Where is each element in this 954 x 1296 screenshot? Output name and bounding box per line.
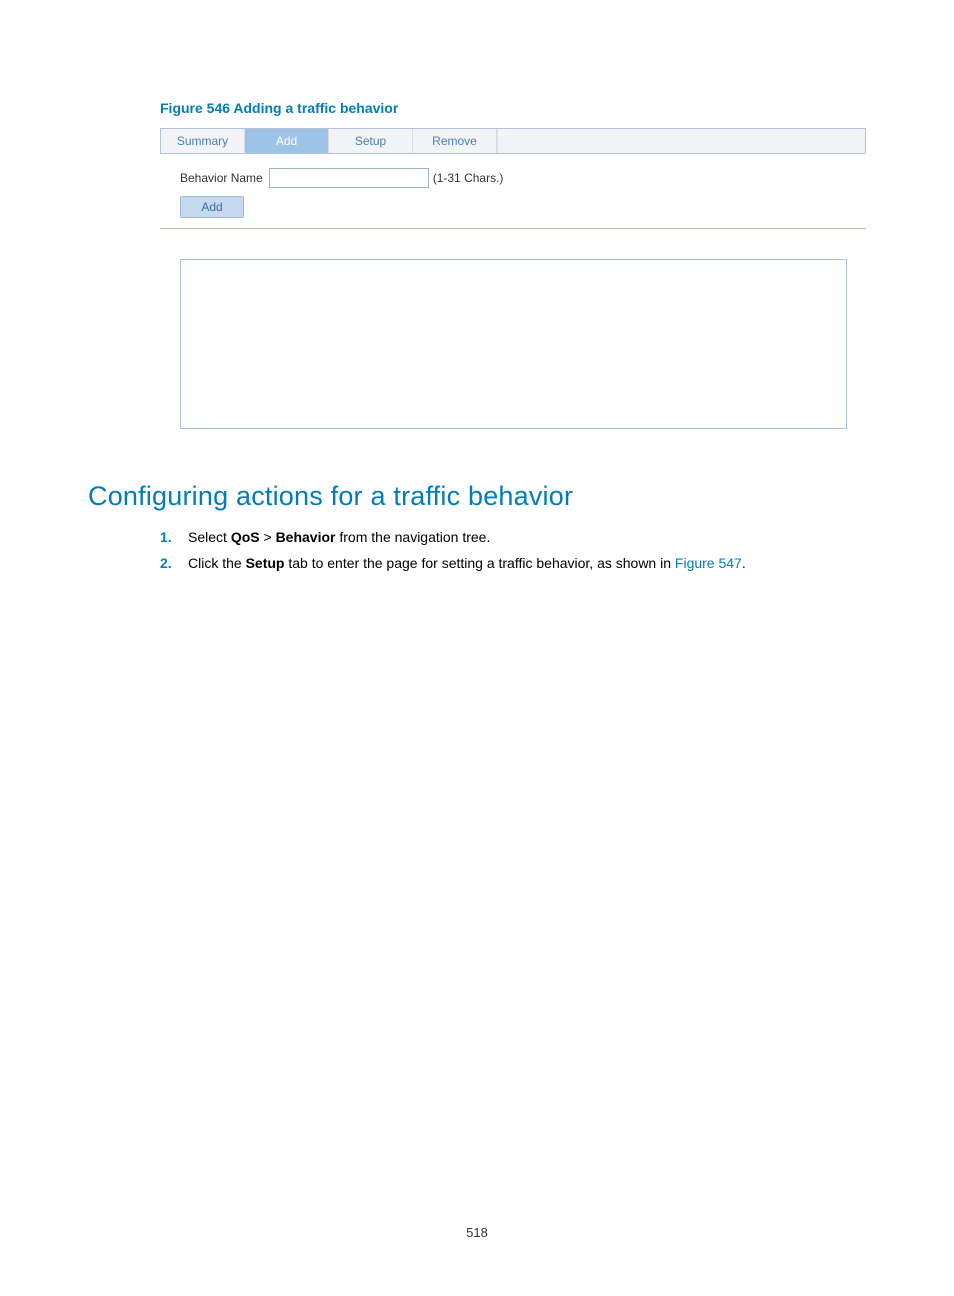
- tab-filler: [497, 129, 865, 153]
- bold-text: Behavior: [276, 529, 336, 545]
- list-item: 1. Select QoS > Behavior from the naviga…: [160, 526, 866, 548]
- text-fragment: from the navigation tree.: [335, 529, 490, 545]
- app-panel: Summary Add Setup Remove Behavior Name (…: [160, 128, 866, 429]
- bold-text: Setup: [246, 555, 285, 571]
- list-number: 2.: [160, 552, 188, 574]
- behavior-name-hint: (1-31 Chars.): [433, 171, 504, 185]
- figure-caption: Figure 546 Adding a traffic behavior: [160, 100, 866, 116]
- tab-remove[interactable]: Remove: [413, 129, 497, 153]
- behavior-name-input[interactable]: [269, 168, 429, 188]
- list-text: Select QoS > Behavior from the navigatio…: [188, 526, 866, 548]
- form-area: Behavior Name (1-31 Chars.) Add: [160, 154, 866, 229]
- list-text: Click the Setup tab to enter the page fo…: [188, 552, 866, 574]
- tab-summary[interactable]: Summary: [161, 129, 245, 153]
- page-number: 518: [0, 1225, 954, 1240]
- text-fragment: tab to enter the page for setting a traf…: [284, 555, 674, 571]
- add-button[interactable]: Add: [180, 196, 244, 218]
- behavior-name-row: Behavior Name (1-31 Chars.): [180, 168, 846, 188]
- text-fragment: Select: [188, 529, 231, 545]
- tab-bar: Summary Add Setup Remove: [160, 128, 866, 154]
- results-panel: [180, 259, 847, 429]
- bold-text: QoS: [231, 529, 260, 545]
- tab-add[interactable]: Add: [245, 129, 329, 153]
- list-number: 1.: [160, 526, 188, 548]
- tab-setup[interactable]: Setup: [329, 129, 413, 153]
- behavior-name-label: Behavior Name: [180, 171, 263, 185]
- text-fragment: Click the: [188, 555, 246, 571]
- steps-list: 1. Select QoS > Behavior from the naviga…: [160, 526, 866, 575]
- figure-link[interactable]: Figure 547: [675, 555, 742, 571]
- text-fragment: >: [260, 529, 276, 545]
- section-heading: Configuring actions for a traffic behavi…: [88, 481, 866, 512]
- text-fragment: .: [742, 555, 746, 571]
- list-item: 2. Click the Setup tab to enter the page…: [160, 552, 866, 574]
